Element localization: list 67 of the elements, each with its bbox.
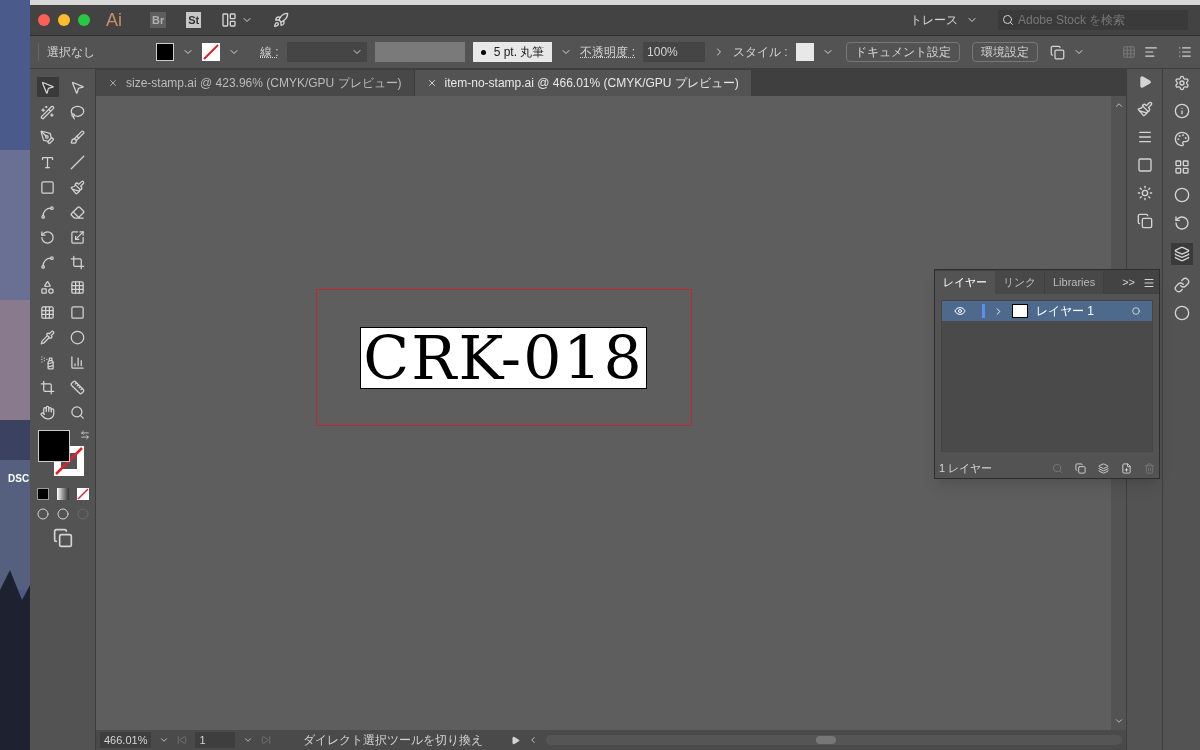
panel-menu-icon[interactable] xyxy=(1143,277,1155,289)
style-swatch[interactable] xyxy=(795,43,814,61)
artwork-text: CRK-018 xyxy=(360,326,647,389)
gradient-mode-icon[interactable] xyxy=(56,488,69,500)
search-icon xyxy=(1052,462,1063,474)
rocket-icon[interactable] xyxy=(273,12,290,28)
variable-width-field[interactable] xyxy=(374,42,465,62)
layer-row[interactable]: レイヤー 1 xyxy=(942,301,1152,321)
fill-swatch[interactable] xyxy=(37,430,70,462)
settings-button[interactable]: ドキュメント設定 xyxy=(845,42,960,62)
workspace-switcher[interactable]: トレース xyxy=(902,11,986,29)
search-icon xyxy=(1002,14,1014,26)
stroke-panel-icon[interactable] xyxy=(1136,129,1153,145)
desktop-icon-label: DSC xyxy=(8,472,30,486)
scroll-up-icon xyxy=(1113,100,1124,110)
panel-tab[interactable]: レイヤー xyxy=(935,271,995,294)
scroll-down-icon xyxy=(1113,716,1124,726)
minimize-icon[interactable] xyxy=(58,14,70,26)
brushes-icon[interactable] xyxy=(1136,101,1153,117)
style-label: スタイル : xyxy=(733,44,788,61)
brush-field[interactable]: 5 pt. 丸筆 xyxy=(472,42,553,62)
close-icon[interactable] xyxy=(426,78,437,88)
panel-menu-icon[interactable] xyxy=(1178,45,1192,59)
last-artboard-icon xyxy=(261,735,272,745)
zoom-icon[interactable] xyxy=(78,14,90,26)
status-message: ダイレクト選択ツールを切り換え xyxy=(303,732,485,749)
info-icon[interactable] xyxy=(1173,103,1190,119)
play-icon[interactable] xyxy=(511,735,521,745)
stroke-none-swatch[interactable] xyxy=(202,43,220,61)
close-icon[interactable] xyxy=(38,14,50,26)
document-tab[interactable]: item-no-stamp.ai @ 466.01% (CMYK/GPU プレビュー) xyxy=(414,70,751,96)
more-tabs-button[interactable]: >> xyxy=(1118,271,1139,294)
artboard-field[interactable]: 1 xyxy=(195,731,236,749)
app-logo: Ai xyxy=(106,8,122,32)
target-icon[interactable] xyxy=(1132,307,1140,315)
delete-icon xyxy=(1144,462,1155,474)
link-icon[interactable] xyxy=(1173,277,1190,293)
color-mode-icon[interactable] xyxy=(36,488,49,500)
selection-status: 選択なし xyxy=(38,43,148,61)
close-icon[interactable] xyxy=(108,78,118,88)
stock-button[interactable]: St xyxy=(186,11,202,29)
panel-tab[interactable]: リンク xyxy=(995,271,1045,294)
opacity-field[interactable]: 100% xyxy=(643,42,706,62)
opacity-label: 不透明度 : xyxy=(580,44,636,61)
visibility-icon[interactable] xyxy=(954,305,966,317)
first-artboard-icon xyxy=(177,735,188,745)
zoom-field[interactable]: 466.01% xyxy=(100,731,152,749)
caret-icon[interactable] xyxy=(243,735,254,745)
layer-count: 1 レイヤー xyxy=(939,460,994,476)
play-icon[interactable] xyxy=(1137,75,1152,89)
layers-icon[interactable] xyxy=(1170,243,1193,265)
panel-tab[interactable]: Libraries xyxy=(1045,271,1105,294)
swatches-icon[interactable] xyxy=(1173,159,1190,175)
palette-icon[interactable] xyxy=(1173,131,1190,147)
settings-button[interactable]: 環境設定 xyxy=(971,42,1038,62)
fill-swatch[interactable] xyxy=(156,43,174,61)
settings-icon[interactable] xyxy=(1173,75,1190,91)
caret-icon[interactable] xyxy=(159,735,170,745)
layer-thumbnail xyxy=(1012,304,1028,318)
stroke-weight-field[interactable] xyxy=(286,42,367,62)
swap-icon[interactable] xyxy=(79,430,90,440)
horizontal-scrollbar[interactable] xyxy=(546,735,1122,745)
stroke-label: 線 : xyxy=(260,44,279,61)
document-tab[interactable]: size-stamp.ai @ 423.96% (CMYK/GPU プレビュー) xyxy=(96,70,415,96)
none-mode-icon[interactable] xyxy=(76,488,89,500)
selection-tool-icon[interactable] xyxy=(36,77,59,97)
new-layer-icon[interactable] xyxy=(1121,462,1132,474)
